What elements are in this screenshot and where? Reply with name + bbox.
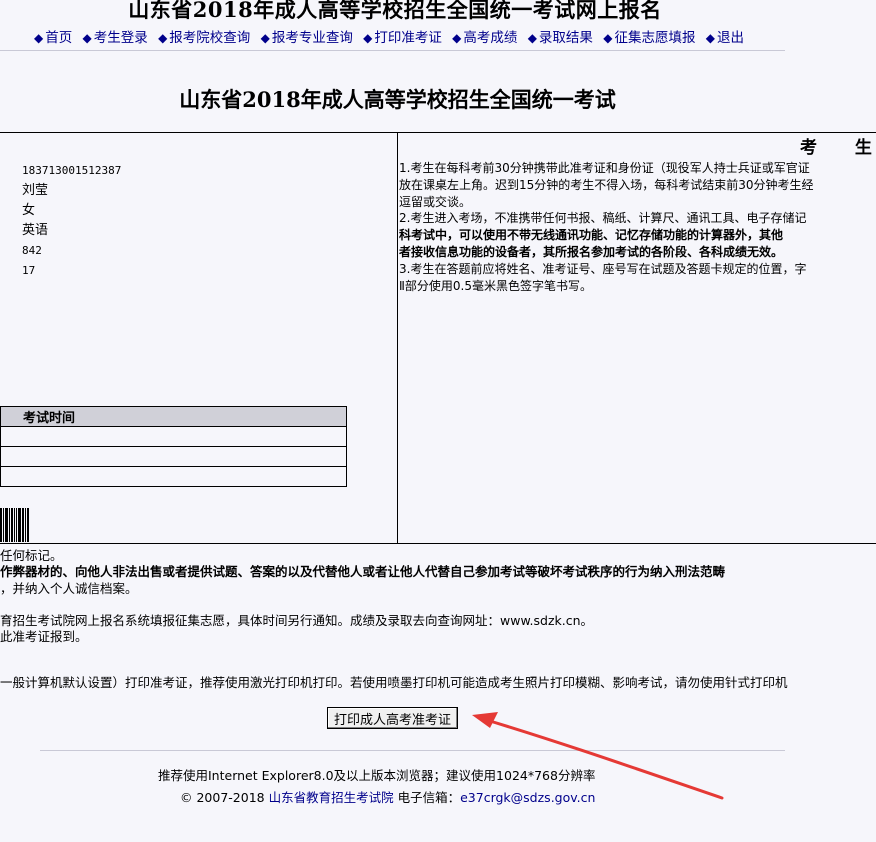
arrow-head <box>472 712 498 728</box>
arrow-shaft <box>478 716 724 800</box>
red-arrow-annotation <box>472 712 724 800</box>
